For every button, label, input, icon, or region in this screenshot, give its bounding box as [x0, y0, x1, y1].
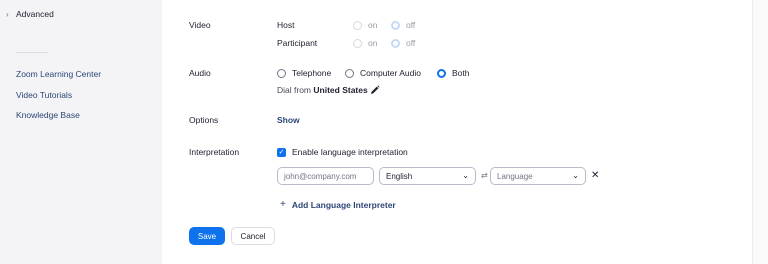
show-options-link[interactable]: Show — [277, 115, 300, 125]
radio-icon — [353, 38, 362, 48]
sidebar-divider — [16, 52, 48, 53]
save-button[interactable]: Save — [189, 227, 225, 245]
source-language-value: English — [386, 171, 413, 181]
cancel-button[interactable]: Cancel — [231, 227, 275, 245]
radio-icon — [277, 68, 286, 78]
add-language-interpreter-button[interactable]: + Add Language Interpreter — [280, 199, 396, 210]
dial-from-prefix: Dial from — [277, 85, 312, 95]
host-off-label: off — [406, 20, 416, 30]
host-on-label: on — [368, 20, 378, 30]
target-language-placeholder: Language — [497, 171, 533, 181]
chevron-down-icon: ⌄ — [462, 171, 469, 180]
interpretation-label: Interpretation — [189, 147, 240, 157]
enable-interpretation-label: Enable language interpretation — [292, 147, 408, 157]
audio-label: Audio — [189, 68, 211, 78]
email-placeholder: john@company.com — [284, 171, 357, 181]
zoom-learning-center-link[interactable]: Zoom Learning Center — [16, 69, 101, 79]
edit-pencil-icon[interactable] — [370, 85, 380, 95]
chevron-down-icon: ⌄ — [572, 171, 579, 180]
participant-video-off-radio[interactable]: off — [391, 38, 415, 48]
host-video-off-radio[interactable]: off — [391, 20, 415, 30]
plus-icon: + — [280, 199, 286, 210]
add-interpreter-label: Add Language Interpreter — [291, 199, 396, 210]
video-label: Video — [189, 20, 211, 30]
chevron-right-icon: › — [6, 9, 9, 19]
knowledge-base-link[interactable]: Knowledge Base — [16, 110, 80, 120]
computer-audio-label: Computer Audio — [360, 68, 421, 78]
checkmark-icon: ✓ — [277, 147, 286, 157]
remove-interpreter-close-icon[interactable]: ✕ — [591, 170, 599, 181]
dial-from-country: United States — [313, 85, 368, 95]
target-language-select[interactable]: Language ⌄ — [490, 167, 586, 185]
video-tutorials-link[interactable]: Video Tutorials — [16, 90, 72, 100]
participant-label: Participant — [277, 38, 318, 48]
participant-video-on-radio[interactable]: on — [353, 38, 377, 48]
host-video-on-radio[interactable]: on — [353, 20, 377, 30]
radio-selected-icon — [391, 38, 400, 48]
radio-icon — [353, 20, 362, 30]
dial-from-text: Dial from United States — [277, 85, 368, 95]
swap-arrows-icon: ⇄ — [481, 171, 488, 180]
enable-interpretation-checkbox[interactable]: ✓ Enable language interpretation — [277, 147, 408, 157]
participant-off-label: off — [406, 38, 416, 48]
both-label: Both — [452, 68, 470, 78]
audio-computer-radio[interactable]: Computer Audio — [345, 68, 421, 78]
sidebar-item-advanced[interactable]: › Advanced — [6, 9, 54, 19]
audio-telephone-radio[interactable]: Telephone — [277, 68, 331, 78]
scrollbar[interactable] — [752, 0, 768, 264]
radio-icon — [345, 68, 354, 78]
host-label: Host — [277, 20, 295, 30]
interpreter-email-input[interactable]: john@company.com — [277, 167, 374, 185]
radio-selected-icon — [391, 20, 400, 30]
settings-panel: Video Host on off Participant on off Aud… — [162, 0, 752, 264]
telephone-label: Telephone — [292, 68, 332, 78]
audio-both-radio[interactable]: Both — [437, 68, 470, 78]
options-label: Options — [189, 115, 219, 125]
sidebar: › Advanced Zoom Learning Center Video Tu… — [0, 0, 162, 264]
radio-selected-icon — [437, 68, 446, 78]
sidebar-item-label: Advanced — [16, 9, 54, 19]
participant-on-label: on — [368, 38, 378, 48]
source-language-select[interactable]: English ⌄ — [379, 167, 476, 185]
